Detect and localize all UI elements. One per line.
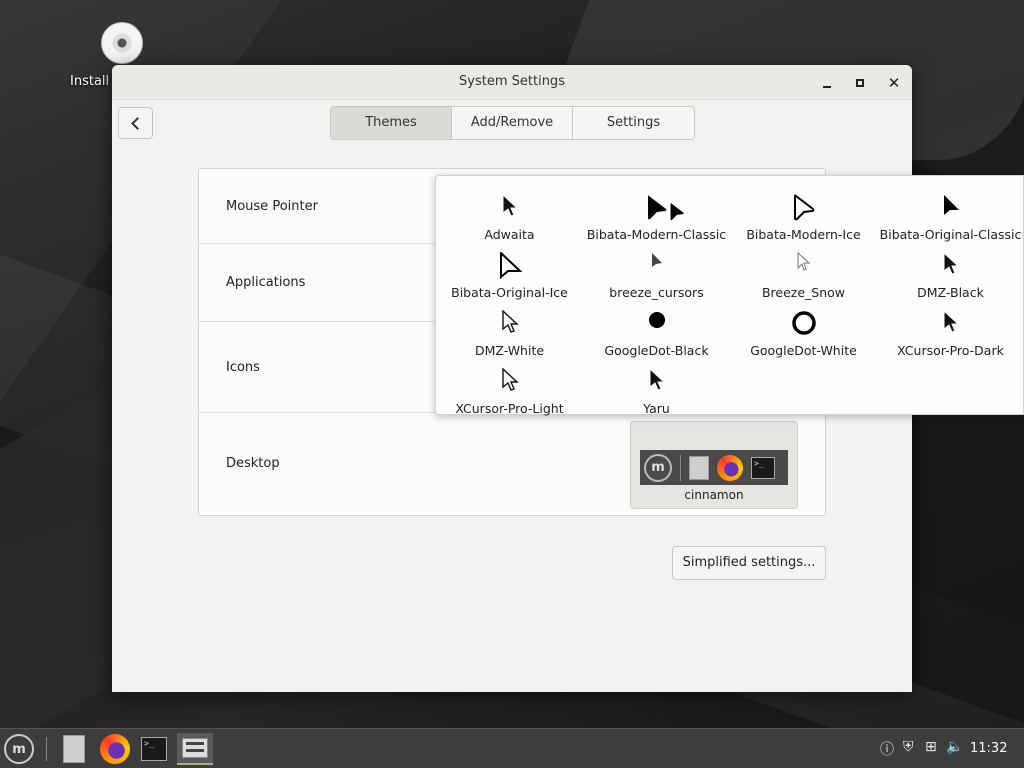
tab-themes[interactable]: Themes: [331, 107, 452, 139]
cursor-theme-option[interactable]: breeze_cursors: [583, 242, 730, 300]
cursor-theme-option[interactable]: Bibata-Original-Ice: [436, 242, 583, 300]
shield-icon[interactable]: ⛨: [903, 739, 914, 755]
files-icon: [63, 735, 85, 763]
update-manager-icon[interactable]: ⓘ: [880, 739, 894, 759]
row-label: Mouse Pointer: [226, 199, 318, 214]
minimize-icon: [823, 85, 831, 88]
close-icon: ✕: [887, 74, 901, 92]
cursor-theme-label: GoogleDot-Black: [604, 343, 709, 358]
cursor-theme-option[interactable]: GoogleDot-Black: [583, 300, 730, 358]
cursor-theme-label: Bibata-Modern-Ice: [746, 227, 861, 242]
taskbar-separator: [46, 737, 47, 761]
cursor-theme-option[interactable]: GoogleDot-White: [730, 300, 877, 358]
chevron-left-icon: [131, 116, 144, 130]
preview-separator: [680, 454, 681, 481]
desktop-theme-button[interactable]: m >_ cinnamon: [630, 421, 798, 509]
desktop-theme-label: cinnamon: [684, 488, 744, 502]
cursor-theme-label: DMZ-Black: [917, 285, 984, 300]
clock[interactable]: 11:32: [970, 741, 1007, 756]
cursor-theme-label: breeze_cursors: [609, 285, 704, 300]
cursor-theme-option[interactable]: Bibata-Original-Classic: [877, 184, 1024, 242]
cursor-theme-option[interactable]: Bibata-Modern-Classic: [583, 184, 730, 242]
back-button[interactable]: [118, 107, 153, 139]
tab-bar: Themes Add/Remove Settings: [330, 106, 695, 140]
maximize-icon: [856, 78, 864, 87]
cursor-theme-option[interactable]: Adwaita: [436, 184, 583, 242]
cursor-theme-option[interactable]: Bibata-Modern-Ice: [730, 184, 877, 242]
taskbar: m >_ ⓘ ⛨ ⊞ 🔈 11:32: [0, 728, 1024, 768]
mint-logo-icon: m: [644, 453, 672, 482]
row-label: Desktop: [226, 456, 280, 471]
cursor-theme-label: Adwaita: [484, 227, 535, 242]
cursor-theme-label: Bibata-Modern-Classic: [586, 227, 727, 242]
cursor-theme-option[interactable]: XCursor-Pro-Light: [436, 358, 583, 416]
row-desktop[interactable]: Desktop m >_ cinnamon: [199, 413, 825, 515]
network-icon[interactable]: ⊞: [925, 739, 937, 755]
cursor-theme-label: GoogleDot-White: [750, 343, 857, 358]
cursor-theme-label: Yaru: [643, 401, 670, 416]
minimize-button[interactable]: [817, 73, 837, 93]
tab-add-remove[interactable]: Add/Remove: [452, 107, 573, 139]
settings-icon: [182, 738, 208, 758]
taskbar-files[interactable]: [58, 733, 90, 765]
cursor-theme-popover: Adwaita Bibata-Modern-Classic Bibata-Moder…: [435, 175, 1024, 416]
cursor-theme-option[interactable]: Breeze_Snow: [730, 242, 877, 300]
cursor-theme-label: Breeze_Snow: [761, 285, 846, 300]
terminal-icon: >_: [141, 737, 167, 761]
taskbar-terminal[interactable]: >_: [138, 733, 170, 765]
firefox-icon: [717, 454, 743, 481]
cursor-theme-label: Bibata-Original-Ice: [451, 285, 568, 300]
firefox-icon: [100, 734, 130, 764]
cursor-theme-label: XCursor-Pro-Light: [455, 401, 564, 416]
desktop-icon-label: Install: [70, 74, 110, 89]
title-bar[interactable]: System Settings ✕: [112, 65, 912, 100]
row-label: Icons: [226, 360, 260, 375]
close-button[interactable]: ✕: [884, 73, 904, 93]
window-title: System Settings: [459, 74, 565, 89]
desktop-theme-preview: m >_: [640, 450, 788, 485]
cursor-theme-option[interactable]: XCursor-Pro-Dark: [877, 300, 1024, 358]
cursor-theme-option[interactable]: Yaru: [583, 358, 730, 416]
cursor-theme-option[interactable]: DMZ-Black: [877, 242, 1024, 300]
terminal-icon: >_: [751, 456, 775, 479]
taskbar-firefox[interactable]: [99, 733, 131, 765]
desktop-install-icon[interactable]: Install: [62, 22, 182, 89]
row-label: Applications: [226, 275, 306, 290]
cursor-theme-label: DMZ-White: [474, 343, 545, 358]
taskbar-system-settings[interactable]: [177, 733, 213, 765]
volume-icon[interactable]: 🔈: [946, 739, 963, 755]
simplified-settings-button[interactable]: Simplified settings...: [672, 546, 826, 580]
files-icon: [689, 455, 709, 480]
menu-button[interactable]: m: [3, 733, 35, 765]
cursor-theme-label: Bibata-Original-Classic: [879, 227, 1022, 242]
mint-logo-icon: m: [4, 734, 34, 764]
disc-icon: [101, 22, 143, 64]
cursor-theme-option[interactable]: DMZ-White: [436, 300, 583, 358]
tab-settings[interactable]: Settings: [573, 107, 694, 139]
maximize-button[interactable]: [850, 73, 870, 93]
cursor-theme-label: XCursor-Pro-Dark: [897, 343, 1004, 358]
